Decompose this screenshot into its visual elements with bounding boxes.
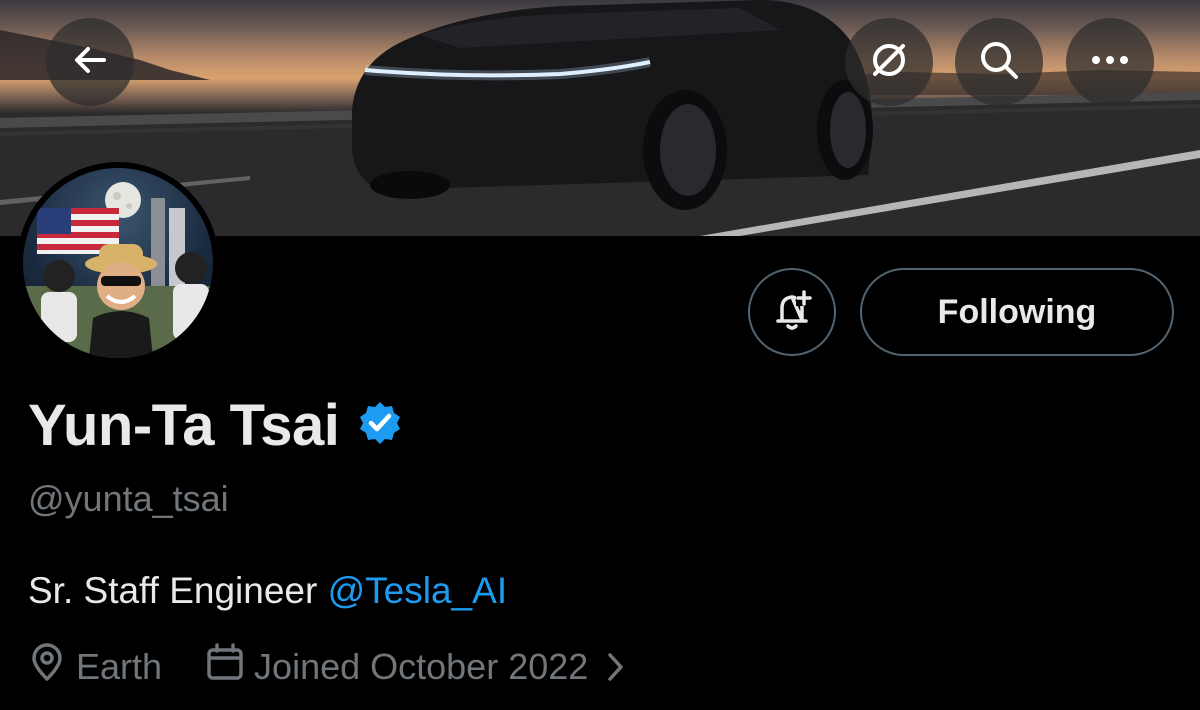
location-text: Earth	[76, 645, 163, 687]
search-button[interactable]	[955, 18, 1043, 106]
back-button[interactable]	[46, 18, 134, 106]
bio-text: Sr. Staff Engineer	[28, 570, 328, 611]
profile-meta: Earth Joined October 2022	[28, 642, 636, 691]
user-handle: @yunta_tsai	[28, 478, 229, 519]
location-pin-icon	[28, 642, 76, 691]
grok-icon	[867, 38, 911, 87]
more-button[interactable]	[1066, 18, 1154, 106]
joined-text: Joined October 2022	[254, 645, 589, 687]
chevron-right-icon	[606, 651, 636, 683]
profile-avatar[interactable]	[17, 162, 219, 364]
following-button[interactable]: Following	[860, 268, 1174, 356]
more-icon	[1090, 53, 1130, 71]
back-arrow-icon	[70, 40, 110, 85]
calendar-icon	[206, 642, 254, 691]
location-item: Earth	[28, 642, 162, 691]
avatar-image	[23, 168, 213, 358]
joined-item[interactable]: Joined October 2022	[206, 642, 636, 691]
grok-button[interactable]	[845, 18, 933, 106]
bell-plus-icon	[770, 288, 814, 337]
notifications-button[interactable]	[748, 268, 836, 356]
profile-name-row: Yun-Ta Tsai	[28, 392, 403, 459]
display-name: Yun-Ta Tsai	[28, 393, 340, 458]
profile-bio: Sr. Staff Engineer @Tesla_AI	[28, 570, 507, 612]
bio-mention-link[interactable]: @Tesla_AI	[328, 570, 507, 611]
verified-badge-icon[interactable]	[357, 400, 403, 451]
search-icon	[977, 38, 1021, 87]
